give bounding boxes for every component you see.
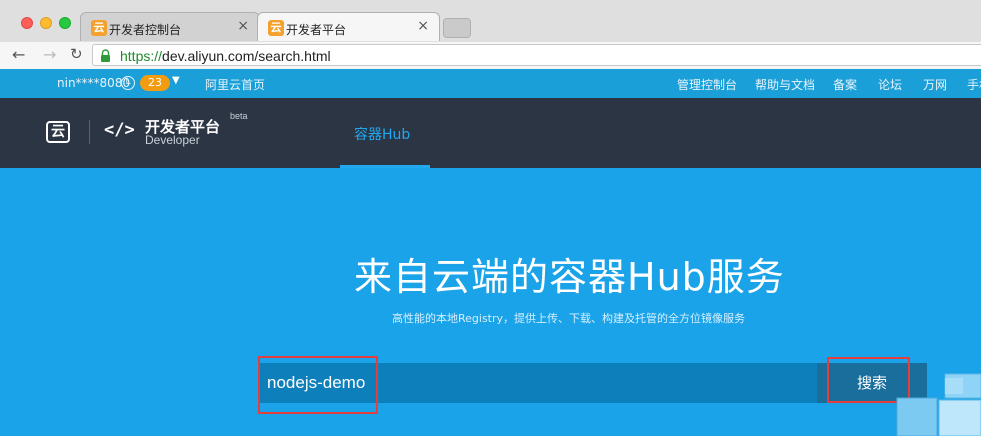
help-docs-link[interactable]: 帮助与文档 [755,76,815,93]
back-arrow-icon[interactable]: ← [12,45,25,64]
decorative-cubes [896,373,981,436]
tab-developer-platform[interactable]: 云 开发者平台 × [257,12,440,41]
site-header: 云 </> 开发者平台 Developer beta 容器Hub [0,98,981,168]
reload-icon[interactable]: ↻ [70,45,83,63]
mobile-link[interactable]: 手机 [967,76,981,93]
caret-down-icon[interactable]: ▼ [172,75,180,86]
address-bar[interactable]: https://dev.aliyun.com/search.html [92,44,981,66]
tab-title: 开发者控制台 [109,23,182,37]
nav-container-hub[interactable]: 容器Hub [340,98,430,168]
minimize-window-button[interactable] [40,17,52,29]
forward-arrow-icon[interactable]: → [43,45,56,64]
aliyun-home-link[interactable]: 阿里云首页 [205,76,265,93]
aliyun-logo-icon[interactable]: 云 [46,121,70,143]
brand-subtitle: Developer [145,133,200,147]
lock-icon [101,49,110,62]
browser-toolbar: ← → ↻ https://dev.aliyun.com/search.html [0,42,981,69]
aliyun-icon: 云 [268,20,284,36]
site-topbar: nin****8080 L 23 ▼ 阿里云首页 管理控制台 帮助与文档 备案 … [0,69,981,98]
url-protocol: https:// [120,48,163,64]
new-tab-button[interactable] [443,18,471,38]
hero-section: 来自云端的容器Hub服务 高性能的本地Registry，提供上传、下载、构建及托… [0,168,981,436]
tab-developer-console[interactable]: 云 开发者控制台 × [80,12,260,41]
icp-filing-link[interactable]: 备案 [833,76,857,93]
clock-icon: L [121,76,135,90]
tab-strip: 云 开发者控制台 × 云 开发者平台 × [0,10,981,42]
highlight-box-search-input [258,356,378,414]
wanwang-link[interactable]: 万网 [923,76,947,93]
nav-container-hub-label: 容器Hub [354,127,411,143]
close-icon[interactable]: × [237,18,249,34]
username[interactable]: nin****8080 [57,76,130,90]
message-count-badge[interactable]: 23 [140,75,170,91]
close-window-button[interactable] [21,17,33,29]
code-icon: </> [104,120,135,140]
browser-chrome: 云 开发者控制台 × 云 开发者平台 × ← → ↻ https://dev.a… [0,0,981,69]
hero-subtitle: 高性能的本地Registry，提供上传、下载、构建及托管的全方位镜像服务 [392,312,746,325]
url-host-path: dev.aliyun.com/search.html [162,48,331,64]
tab-title: 开发者平台 [286,23,347,37]
console-link[interactable]: 管理控制台 [677,76,737,93]
hero-title: 来自云端的容器Hub服务 [354,255,785,299]
logo-divider [89,120,90,144]
aliyun-icon: 云 [91,20,107,36]
close-icon[interactable]: × [417,18,429,34]
forum-link[interactable]: 论坛 [878,76,902,93]
maximize-window-button[interactable] [59,17,71,29]
beta-badge: beta [230,111,248,121]
url-text: https://dev.aliyun.com/search.html [120,48,331,64]
